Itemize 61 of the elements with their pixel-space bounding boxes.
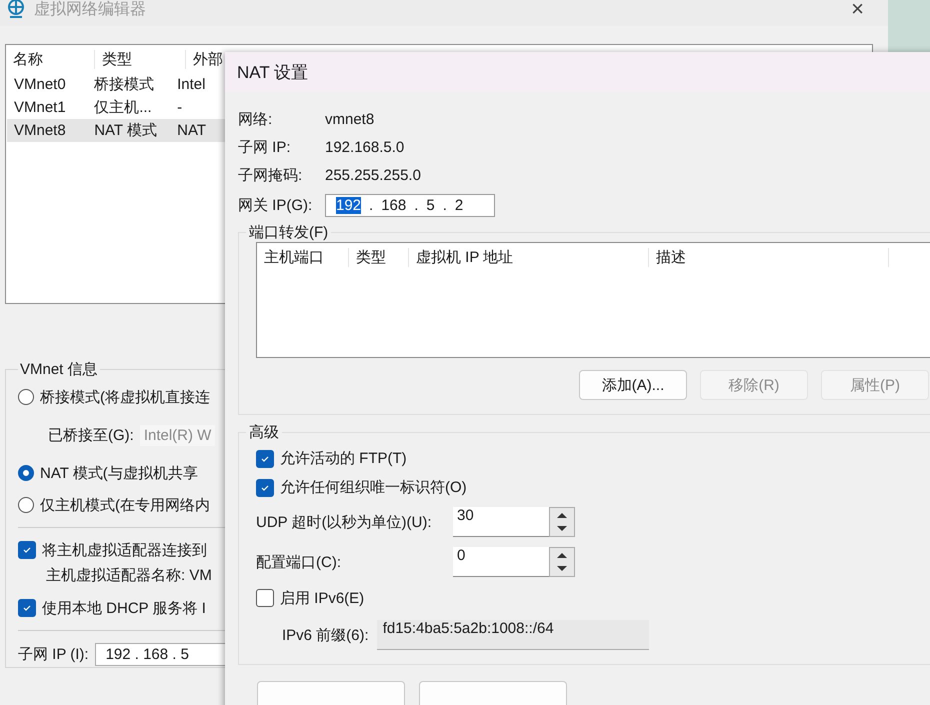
- table-cell-text: -: [176, 99, 184, 116]
- checkbox[interactable]: [256, 589, 274, 607]
- table-cell-text: VMnet1: [13, 99, 67, 116]
- checkbox[interactable]: [18, 599, 36, 617]
- network-row[interactable]: VMnet1 仅主机... -: [7, 96, 225, 119]
- field-label: 网关 IP(G):: [238, 196, 314, 214]
- radio-button[interactable]: [18, 465, 34, 481]
- table-cell-text: Intel: [176, 76, 206, 93]
- table-cell-text: NAT 模式: [93, 121, 158, 140]
- check-icon: [22, 545, 32, 555]
- table-cell-text: 桥接模式: [93, 75, 156, 94]
- checkbox-label: 允许任何组织唯一标识符(O): [280, 478, 467, 497]
- radio-button[interactable]: [18, 497, 34, 513]
- checkbox-label: 允许活动的 FTP(T): [280, 449, 407, 468]
- info-value: vmnet8: [325, 110, 374, 128]
- column-header[interactable]: 虚拟机 IP 地址: [409, 248, 649, 266]
- group-title: 端口转发(F): [248, 223, 330, 242]
- globe-icon: [6, 0, 26, 19]
- info-label: 网络:: [238, 110, 274, 128]
- checkbox[interactable]: [256, 478, 274, 496]
- table-cell-text: 仅主机...: [93, 98, 153, 117]
- window-title: 虚拟网络编辑器: [34, 0, 146, 20]
- column-header[interactable]: 类型: [95, 50, 186, 68]
- column-header[interactable]: 主机端口: [257, 248, 349, 266]
- radio-label: 桥接模式(将虚拟机直接连: [40, 388, 210, 406]
- network-row[interactable]: VMnet8 NAT 模式 NAT: [7, 119, 225, 142]
- column-header[interactable]: 描述: [649, 248, 889, 266]
- checkbox-label: 使用本地 DHCP 服务将 I: [42, 598, 206, 618]
- network-row[interactable]: VMnet0 桥接模式 Intel: [7, 73, 225, 96]
- column-header[interactable]: 名称: [6, 50, 95, 68]
- info-value: 192.168.5.0: [325, 138, 404, 156]
- group-title: VMnet 信息: [19, 360, 99, 379]
- close-button[interactable]: ×: [833, 0, 882, 22]
- checkbox-label: 启用 IPv6(E): [280, 588, 364, 608]
- check-icon: [260, 482, 270, 492]
- radio-label: NAT 模式(与虚拟机共享: [40, 464, 198, 482]
- adapter-name: 主机虚拟适配器名称: VM: [45, 566, 213, 586]
- column-header[interactable]: 类型: [349, 248, 409, 266]
- group-title: 高级: [248, 423, 280, 442]
- table-cell-text: VMnet0: [13, 76, 67, 93]
- field-label: 已桥接至(G):: [48, 426, 134, 444]
- check-icon: [260, 454, 270, 464]
- field-label: 配置端口(C):: [256, 552, 342, 572]
- action-button[interactable]: 添加(A)...: [579, 370, 687, 400]
- checkbox[interactable]: [256, 450, 274, 468]
- prefix-field[interactable]: fd15:4ba5:5a2b:1008::/64: [376, 620, 649, 650]
- field-label: UDP 超时(以秒为单位)(U):: [256, 512, 433, 532]
- info-label: 子网 IP:: [238, 138, 292, 156]
- table-cell-text: VMnet8: [13, 122, 67, 139]
- field-label: IPv6 前缀(6):: [282, 626, 369, 644]
- dialog-title: NAT 设置: [237, 62, 308, 84]
- checkbox[interactable]: [18, 541, 36, 559]
- radio-button[interactable]: [18, 389, 34, 405]
- check-icon: [22, 603, 32, 613]
- field-label: 子网 IP (I):: [18, 644, 89, 664]
- radio-label: 仅主机模式(在专用网络内: [40, 496, 210, 514]
- checkbox-label: 将主机虚拟适配器连接到: [42, 540, 207, 560]
- gateway-ip-field[interactable]: 192 . 168 . 5 . 2: [325, 194, 495, 216]
- table-cell-text: NAT: [176, 122, 207, 139]
- info-value: 255.255.255.0: [325, 166, 421, 184]
- info-label: 子网掩码:: [238, 166, 304, 184]
